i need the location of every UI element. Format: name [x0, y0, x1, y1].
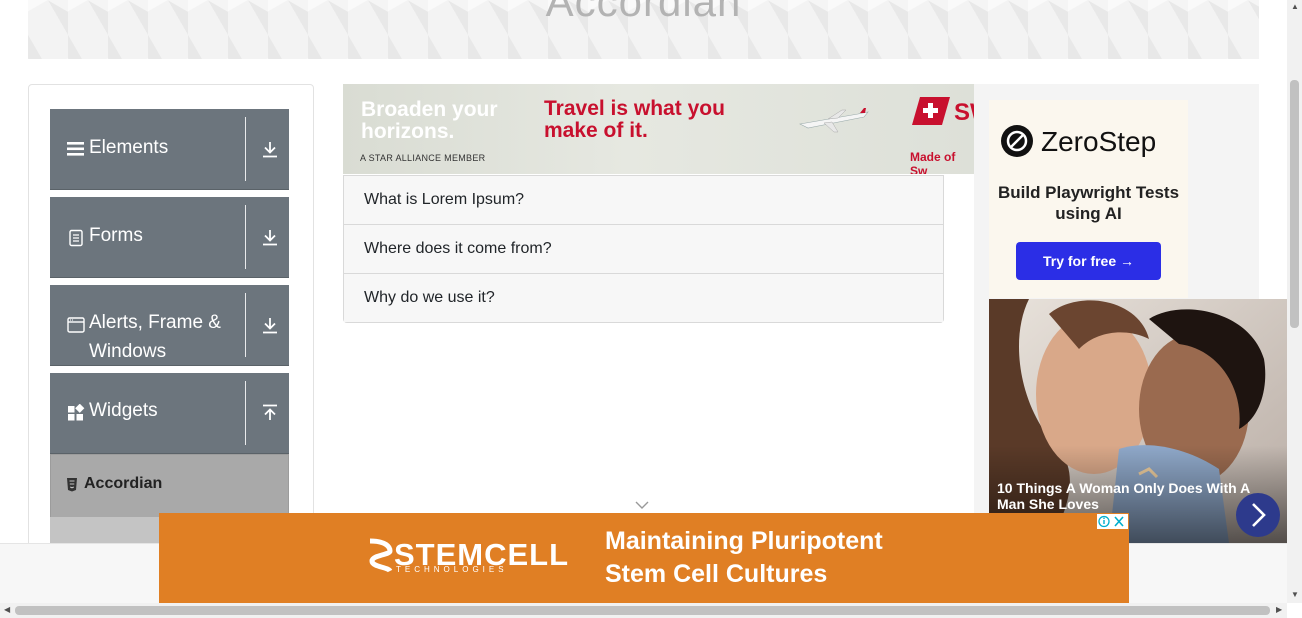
ad-headline: Broaden your horizons. [361, 98, 498, 143]
try-for-free-button[interactable]: Try for free → [1016, 242, 1161, 280]
scroll-left-icon[interactable]: ◀ [4, 605, 10, 614]
accordion-header-lorem-ipsum[interactable]: What is Lorem Ipsum? [344, 176, 943, 225]
divider [245, 117, 246, 181]
ad-member-text: A STAR ALLIANCE MEMBER [360, 153, 486, 163]
chevron-down-icon [635, 497, 649, 509]
window-icon [67, 317, 85, 333]
download-arrow-icon[interactable] [262, 228, 278, 246]
ad-photo[interactable]: 10 Things A Woman Only Does With A Man S… [989, 299, 1287, 543]
sidebar-group-forms[interactable]: Forms [50, 197, 289, 278]
divider [245, 293, 246, 357]
ad-brand-sub: TECHNOLOGIES [396, 565, 508, 574]
sidebar-item-label: Accordian [84, 475, 163, 492]
stemcell-logo-icon [369, 538, 393, 573]
upload-arrow-icon[interactable] [262, 404, 278, 422]
download-arrow-icon[interactable] [262, 140, 278, 158]
scrollbar-thumb[interactable] [15, 606, 1270, 615]
sidebar-group-label: Widgets [89, 400, 158, 421]
ad-caption: 10 Things A Woman Only Does With A Man S… [997, 480, 1250, 512]
sidebar-group-label: Forms [89, 225, 143, 246]
sidebar-group-label: Alerts, Frame & Windows [89, 312, 221, 362]
accordion: What is Lorem Ipsum? Where does it come … [343, 175, 944, 323]
chevron-right-icon [1252, 503, 1266, 527]
ad-banner-top[interactable]: Broaden your horizons. Travel is what yo… [343, 84, 974, 174]
ad-message: Maintaining Pluripotent Stem Cell Cultur… [605, 527, 883, 588]
scroll-down-icon[interactable]: ▼ [1291, 590, 1299, 599]
ad-choices[interactable] [1097, 514, 1128, 529]
ad-zerostep[interactable]: ZeroStep Build Playwright Tests using AI… [989, 100, 1188, 298]
sidebar-group-label: Elements [89, 137, 169, 158]
download-arrow-icon[interactable] [262, 316, 278, 334]
svg-text:SW: SW [954, 99, 974, 126]
document-icon [69, 229, 83, 247]
ad-tagline: Build Playwright Tests using AI [997, 183, 1180, 223]
ad-slogan: Travel is what you make of it. [544, 97, 725, 142]
airplane-icon [799, 108, 869, 133]
sidebar-group-widgets[interactable]: Widgets [50, 373, 289, 454]
widgets-icon [68, 404, 85, 421]
hamburger-icon [67, 142, 84, 156]
sidebar-item-accordian[interactable]: Accordian [50, 454, 289, 518]
divider [245, 205, 246, 269]
html5-icon [67, 478, 77, 492]
sidebar-nav: Elements Forms Alerts, Frame & Windows W… [28, 84, 314, 566]
ad-tagline: Made of Sw [910, 150, 956, 174]
next-arrow-button[interactable] [1236, 493, 1280, 537]
page-header-banner: Accordian [28, 0, 1259, 59]
ad-brand: ZeroStep [1041, 126, 1157, 157]
ad-banner-bottom[interactable]: STEMCELL TECHNOLOGIES Maintaining Plurip… [159, 513, 1129, 603]
accordion-header-origin[interactable]: Where does it come from? [344, 225, 943, 274]
horizontal-scrollbar[interactable]: ◀ ▶ [0, 603, 1287, 618]
zerostep-logo-icon [1001, 125, 1033, 157]
sidebar-group-elements[interactable]: Elements [50, 109, 289, 190]
page-title: Accordian [545, 0, 742, 25]
divider [245, 381, 246, 445]
sidebar-group-alerts-frame-windows[interactable]: Alerts, Frame & Windows [50, 285, 289, 366]
scroll-right-icon[interactable]: ▶ [1276, 605, 1282, 614]
scrollbar-thumb[interactable] [1290, 80, 1299, 328]
scroll-up-icon[interactable]: ▲ [1291, 2, 1299, 11]
swiss-logo-icon: SW [912, 97, 974, 126]
adchoices-icon [1098, 515, 1124, 528]
accordion-header-why-use[interactable]: Why do we use it? [344, 274, 943, 322]
vertical-scrollbar[interactable]: ▲ ▼ [1287, 0, 1302, 603]
